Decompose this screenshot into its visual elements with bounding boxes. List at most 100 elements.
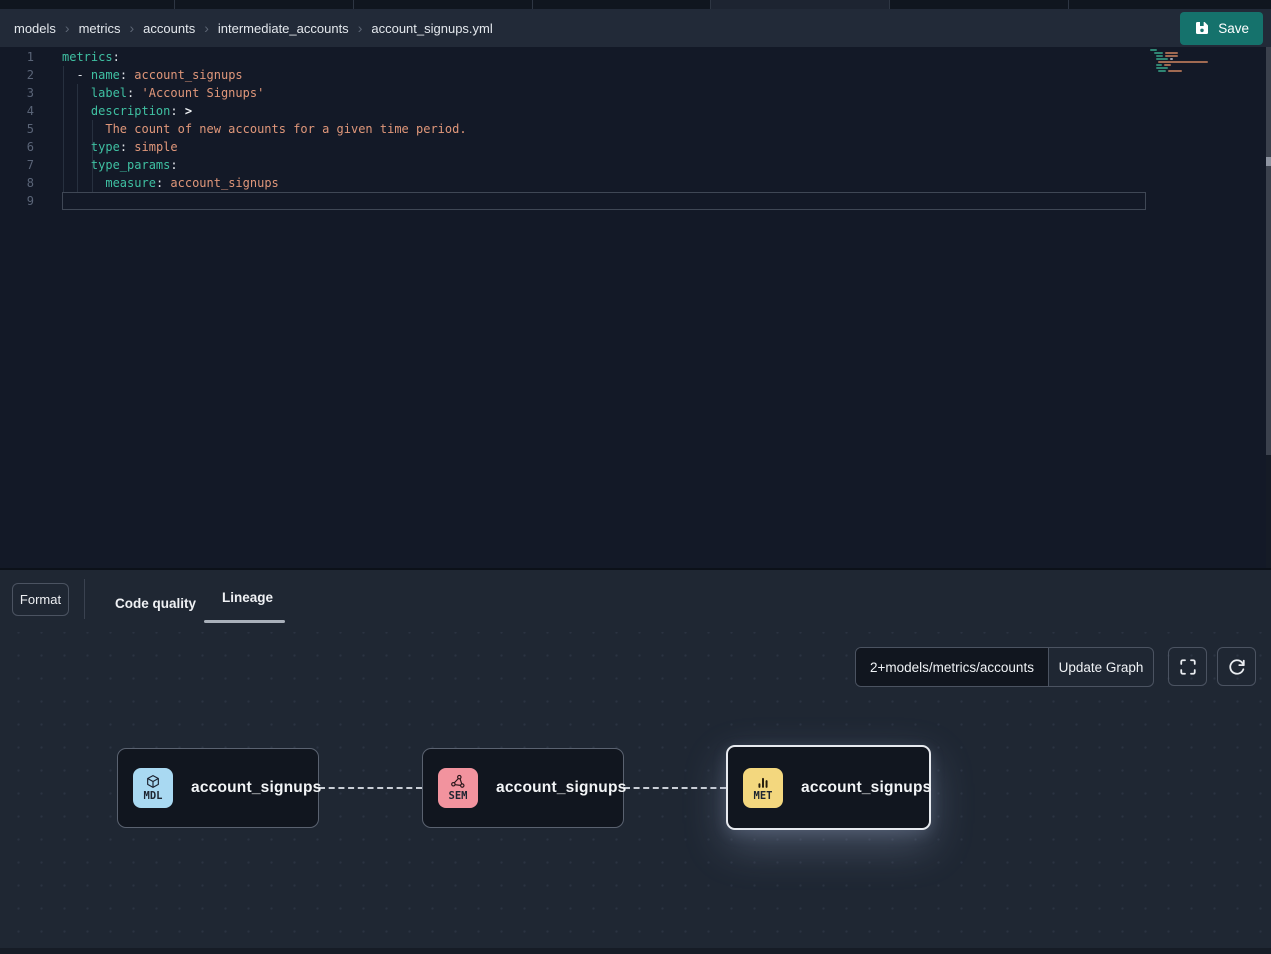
minimap-mark — [1158, 70, 1166, 72]
editor-scrollbar[interactable] — [1266, 47, 1271, 568]
yaml-punct — [62, 176, 105, 190]
lineage-edge — [319, 787, 422, 789]
line-number: 4 — [0, 102, 44, 120]
format-button[interactable]: Format — [12, 583, 69, 616]
breadcrumb-item-filename[interactable]: account_signups.yml — [371, 21, 492, 36]
code-lines: 1 metrics: 2 - name: account_signups 3 l… — [0, 48, 1271, 210]
yaml-punct: : — [170, 104, 177, 118]
semantic-model-badge: SEM — [438, 768, 478, 808]
code-line[interactable]: 3 label: 'Account Signups' — [0, 84, 1271, 102]
minimap[interactable] — [1150, 49, 1212, 83]
yaml-punct — [62, 104, 91, 118]
line-number: 9 — [0, 192, 44, 210]
scrollbar-track[interactable] — [1266, 47, 1271, 455]
semantic-network-icon — [450, 774, 466, 790]
metric-badge-label: MET — [754, 790, 773, 802]
refresh-graph-button[interactable] — [1217, 647, 1256, 686]
yaml-punct: : — [120, 140, 127, 154]
update-graph-button[interactable]: Update Graph — [1048, 648, 1153, 686]
breadcrumb: models › metrics › accounts › intermedia… — [14, 21, 493, 36]
line-number: 3 — [0, 84, 44, 102]
breadcrumb-item-metrics[interactable]: metrics — [79, 21, 121, 36]
metric-badge: MET — [743, 768, 783, 808]
breadcrumb-item-accounts[interactable]: accounts — [143, 21, 195, 36]
minimap-mark — [1168, 70, 1182, 72]
code-line[interactable]: 1 metrics: — [0, 48, 1271, 66]
semantic-model-badge-label: SEM — [449, 790, 468, 802]
chevron-right-icon: › — [65, 21, 70, 35]
ide-window: models › metrics › accounts › intermedia… — [0, 0, 1271, 954]
yaml-key: description — [91, 104, 170, 118]
breadcrumb-item-intermediate-accounts[interactable]: intermediate_accounts — [218, 21, 349, 36]
lineage-selector-group: Update Graph — [855, 647, 1154, 687]
line-number: 2 — [0, 66, 44, 84]
save-floppy-icon — [1194, 20, 1210, 36]
code-line[interactable]: 9 — [0, 192, 1271, 210]
chevron-right-icon: › — [204, 21, 209, 35]
yaml-punct — [62, 86, 91, 100]
yaml-key: type_params — [91, 158, 170, 172]
yaml-punct: : — [113, 50, 120, 64]
code-line[interactable]: 7 type_params: — [0, 156, 1271, 174]
lineage-node-semantic-model[interactable]: SEM account_signups — [422, 748, 624, 828]
code-line[interactable]: 2 - name: account_signups — [0, 66, 1271, 84]
yaml-punct: : — [170, 158, 177, 172]
refresh-icon — [1228, 658, 1246, 676]
model-cube-icon — [145, 774, 161, 790]
tab-code-quality[interactable]: Code quality — [115, 596, 196, 611]
yaml-punct: - — [62, 68, 91, 82]
line-number: 7 — [0, 156, 44, 174]
line-number: 1 — [0, 48, 44, 66]
yaml-key: measure — [105, 176, 156, 190]
yaml-key: label — [91, 86, 127, 100]
lineage-selector-input[interactable] — [856, 648, 1048, 686]
tabbar-divider — [84, 579, 85, 619]
breadcrumb-item-models[interactable]: models — [14, 21, 56, 36]
lineage-node-metric-selected[interactable]: MET account_signups — [726, 745, 931, 830]
yaml-value: simple — [127, 140, 178, 154]
bottom-panel: Format Code quality Lineage Update Graph — [0, 568, 1271, 954]
node-label: account_signups — [801, 779, 931, 797]
tab-lineage[interactable]: Lineage — [222, 590, 273, 605]
line-number: 5 — [0, 120, 44, 138]
yaml-punct: : — [120, 68, 127, 82]
line-number: 6 — [0, 138, 44, 156]
yaml-key: name — [91, 68, 120, 82]
window-tab[interactable] — [1069, 0, 1271, 9]
window-tab[interactable] — [175, 0, 354, 9]
window-tab[interactable] — [0, 0, 175, 9]
minimap-mark — [1165, 52, 1178, 54]
code-line[interactable]: 8 measure: account_signups — [0, 174, 1271, 192]
yaml-key: type — [91, 140, 120, 154]
minimap-mark — [1170, 58, 1173, 60]
fullscreen-icon — [1179, 658, 1197, 676]
scrollbar-thumb[interactable] — [1266, 157, 1271, 166]
code-line[interactable]: 4 description: > — [0, 102, 1271, 120]
window-tab-active[interactable] — [711, 0, 890, 9]
save-button[interactable]: Save — [1180, 12, 1263, 45]
code-line[interactable]: 5 The count of new accounts for a given … — [0, 120, 1271, 138]
yaml-text: The count of new accounts for a given ti… — [62, 122, 467, 136]
yaml-string: 'Account Signups' — [134, 86, 264, 100]
lineage-edge — [624, 787, 726, 789]
window-tab[interactable] — [890, 0, 1069, 9]
minimap-mark — [1165, 55, 1178, 57]
window-tab[interactable] — [354, 0, 533, 9]
yaml-key: metrics — [62, 50, 113, 64]
minimap-mark — [1156, 55, 1163, 57]
node-label: account_signups — [191, 779, 321, 797]
yaml-value: account_signups — [127, 68, 243, 82]
model-badge-label: MDL — [144, 790, 163, 802]
window-tab[interactable] — [533, 0, 711, 9]
minimap-mark — [1156, 64, 1162, 66]
fullscreen-button[interactable] — [1168, 647, 1207, 686]
code-line[interactable]: 6 type: simple — [0, 138, 1271, 156]
minimap-mark — [1150, 49, 1157, 51]
active-tab-underline — [204, 620, 285, 623]
chevron-right-icon: › — [129, 21, 134, 35]
metric-bars-icon — [755, 774, 771, 790]
yaml-punct — [62, 140, 91, 154]
code-editor[interactable]: 1 metrics: 2 - name: account_signups 3 l… — [0, 47, 1271, 568]
minimap-mark — [1156, 58, 1168, 60]
lineage-node-model[interactable]: MDL account_signups — [117, 748, 319, 828]
